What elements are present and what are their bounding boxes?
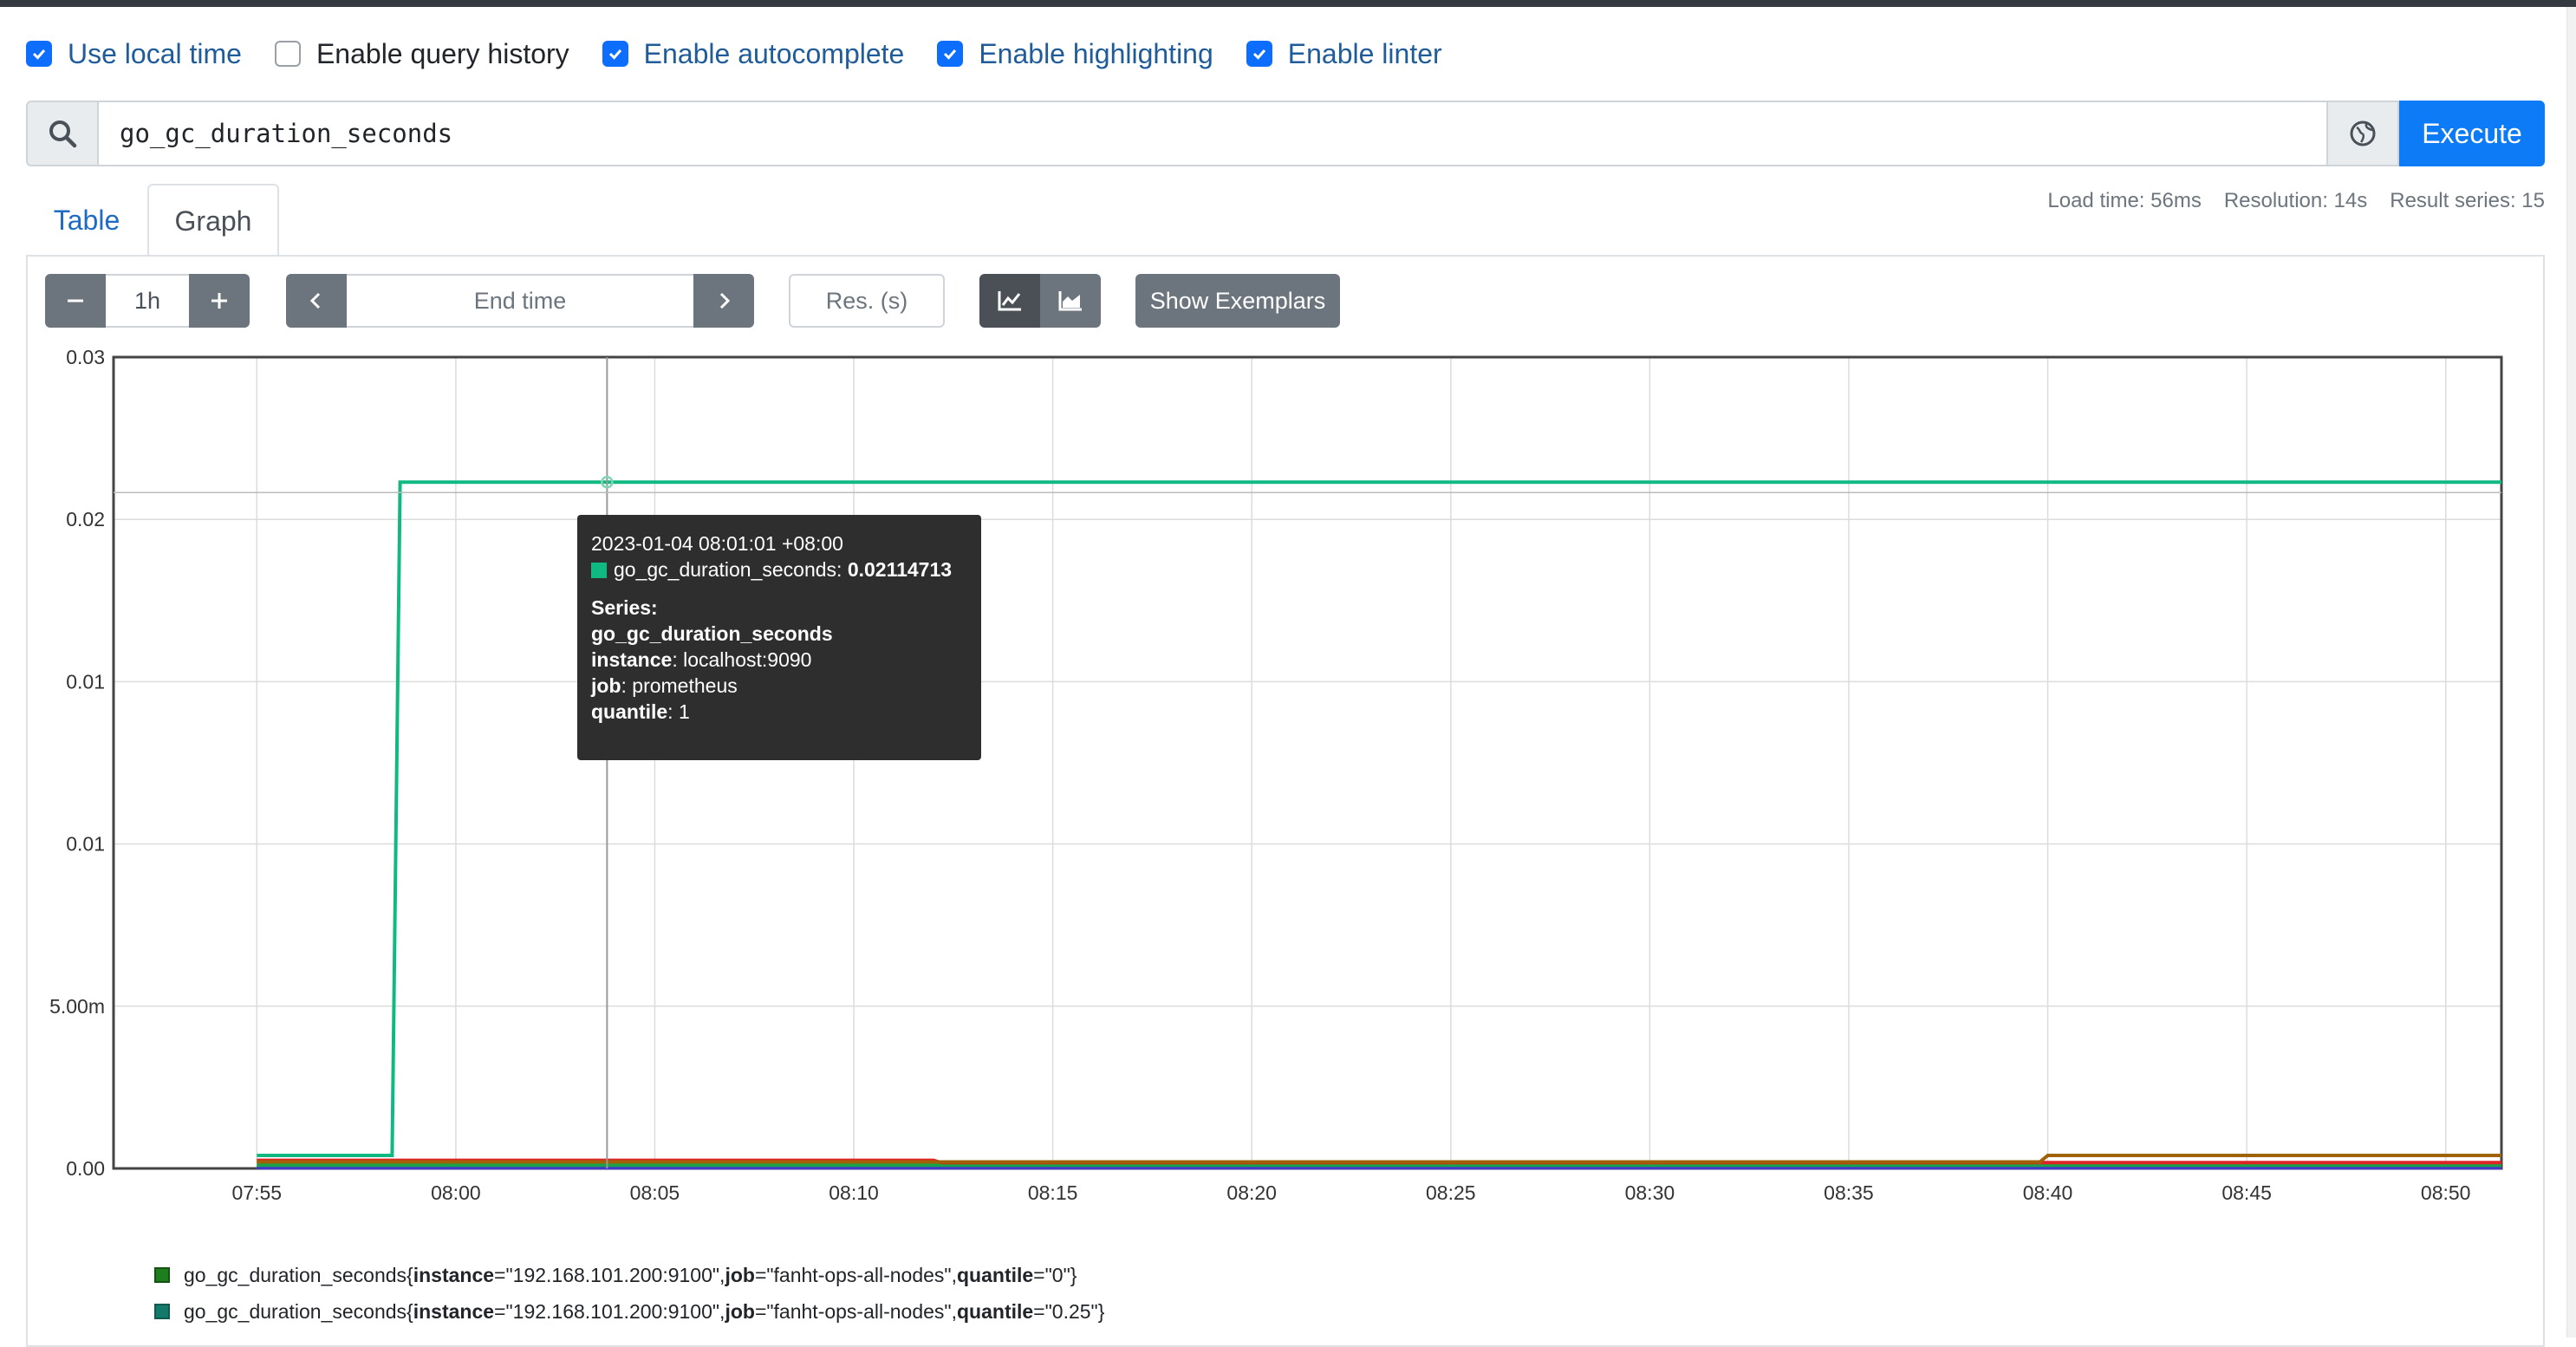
label-value: "0.25" (1044, 1299, 1098, 1323)
x-tick-label: 08:25 (1426, 1181, 1476, 1204)
tooltip-series-name: go_gc_duration_seconds (591, 622, 833, 645)
y-tick-label: 0.03 (66, 346, 105, 368)
tooltip-value: 0.02114713 (847, 558, 953, 581)
x-tick-label: 07:55 (232, 1181, 283, 1204)
x-tick-label: 08:30 (1625, 1181, 1675, 1204)
tooltip-metric: go_gc_duration_seconds: (614, 558, 842, 581)
x-tick-label: 08:00 (431, 1181, 481, 1204)
label-key: instance (413, 1299, 495, 1323)
hover-tooltip: 2023-01-04 08:01:01 +08:00 go_gc_duratio… (577, 515, 981, 760)
x-tick-label: 08:05 (630, 1181, 680, 1204)
legend-color-swatch (154, 1267, 170, 1283)
label-value: "fanht-ops-all-nodes" (766, 1263, 952, 1286)
tooltip-value-row: go_gc_duration_seconds: 0.02114713 (591, 556, 967, 582)
series-color-swatch (591, 563, 607, 578)
tooltip-series-heading: Series: (591, 596, 658, 619)
x-tick-label: 08:15 (1028, 1181, 1078, 1204)
x-tick-label: 08:20 (1226, 1181, 1277, 1204)
tooltip-label-value: : localhost:9090 (672, 648, 812, 671)
series-legend: go_gc_duration_seconds{instance = "192.168… (154, 1257, 1104, 1330)
x-tick-label: 08:35 (1824, 1181, 1874, 1204)
y-tick-label: 0.01 (66, 670, 105, 693)
y-tick-label: 0.00 (66, 1157, 105, 1180)
y-tick-label: 0.02 (66, 508, 105, 530)
label-key: job (725, 1263, 755, 1286)
tooltip-label-value: : prometheus (621, 674, 738, 697)
plot-frame (112, 355, 2503, 1170)
label-key: job (725, 1299, 755, 1323)
legend-metric-name: go_gc_duration_seconds{ (184, 1263, 413, 1286)
label-value: "fanht-ops-all-nodes" (766, 1299, 952, 1323)
tooltip-label-value: : 1 (667, 700, 690, 723)
legend-metric-name: go_gc_duration_seconds{ (184, 1299, 413, 1323)
time-series-chart[interactable]: 07:55 08:00 08:05 08:10 08:15 08:20 08:25 08:30… (0, 0, 2576, 1231)
label-value: "0" (1044, 1263, 1070, 1286)
tooltip-timestamp: 2023-01-04 08:01:01 +08:00 (591, 532, 843, 555)
label-value: "192.168.101.200:9100" (505, 1263, 720, 1286)
tooltip-label-key: quantile (591, 700, 668, 723)
label-key: quantile (957, 1299, 1034, 1323)
label-key: quantile (957, 1263, 1034, 1286)
legend-item[interactable]: go_gc_duration_seconds{instance = "192.168… (154, 1257, 1104, 1293)
legend-item[interactable]: go_gc_duration_seconds{instance = "192.168… (154, 1293, 1104, 1330)
tooltip-label-key: job (591, 674, 621, 697)
y-tick-label: 0.01 (66, 833, 105, 856)
x-tick-label: 08:10 (829, 1181, 879, 1204)
x-tick-label: 08:50 (2421, 1181, 2471, 1204)
x-tick-label: 08:45 (2221, 1181, 2272, 1204)
tooltip-label-key: instance (591, 648, 673, 671)
label-key: instance (413, 1263, 495, 1286)
label-value: "192.168.101.200:9100" (505, 1299, 720, 1323)
x-tick-label: 08:40 (2023, 1181, 2073, 1204)
legend-color-swatch (154, 1304, 170, 1319)
y-tick-label: 5.00m (49, 995, 105, 1018)
